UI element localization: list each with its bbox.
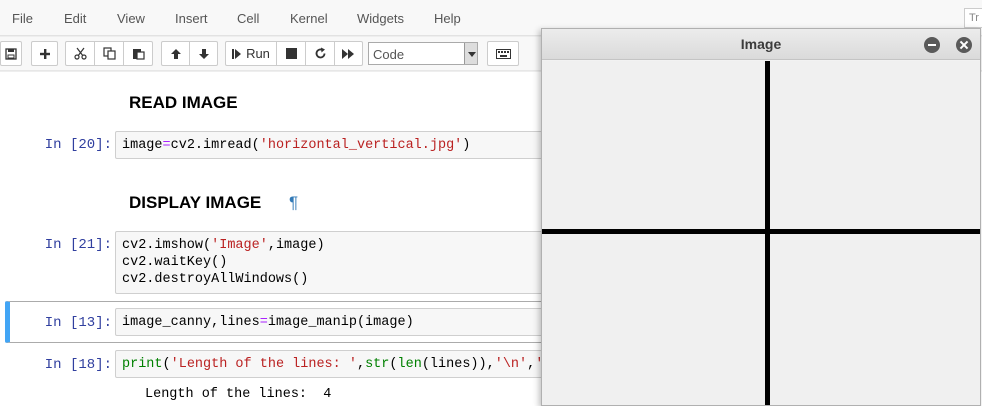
cut-button[interactable] <box>65 41 95 66</box>
copy-icon <box>102 47 116 60</box>
code-text: print('Length of the lines: ',str(len(li… <box>122 357 551 372</box>
command-palette-button[interactable] <box>487 41 519 66</box>
cell-prompt: In [13]: <box>44 315 112 331</box>
cell-prompt: In [18]: <box>44 357 112 373</box>
paste-button[interactable] <box>123 41 153 66</box>
cell-type-select[interactable]: Code <box>368 42 478 65</box>
code-text: image=cv2.imread('horizontal_vertical.jp… <box>122 138 471 153</box>
cell-output-text: Length of the lines: 4 <box>145 387 332 402</box>
trusted-indicator[interactable]: Tr <box>964 8 982 28</box>
window-title: Image <box>740 36 782 52</box>
arrow-up-icon <box>170 48 181 59</box>
chevron-down-icon <box>464 43 477 64</box>
cell-prompt: In [20]: <box>44 137 112 153</box>
copy-button[interactable] <box>94 41 124 66</box>
menu-file[interactable]: File <box>12 11 33 26</box>
cell-prompt: In [21]: <box>44 237 112 253</box>
menu-view[interactable]: View <box>117 11 145 26</box>
image-window[interactable]: Image <box>541 28 981 406</box>
restart-run-all-button[interactable] <box>334 41 363 66</box>
code-cell-input[interactable]: cv2.imshow('Image',image) cv2.waitKey() … <box>115 231 555 294</box>
heading-read-image: READ IMAGE <box>129 93 238 112</box>
insert-cell-button[interactable] <box>31 41 58 66</box>
arrow-down-icon <box>198 48 209 59</box>
run-button[interactable]: Run <box>225 41 277 66</box>
plus-icon <box>39 48 50 59</box>
menu-cell[interactable]: Cell <box>237 11 259 26</box>
code-cell-input[interactable]: image=cv2.imread('horizontal_vertical.jp… <box>115 131 555 159</box>
paste-icon <box>132 49 145 60</box>
menu-edit[interactable]: Edit <box>64 11 86 26</box>
restart-icon <box>315 47 325 59</box>
close-icon[interactable] <box>956 37 972 53</box>
save-button[interactable] <box>0 41 22 66</box>
keyboard-icon <box>495 48 511 59</box>
interrupt-button[interactable] <box>276 41 306 66</box>
code-cell-input[interactable]: print('Length of the lines: ',str(len(li… <box>115 350 555 378</box>
move-down-button[interactable] <box>189 41 218 66</box>
run-label: Run <box>246 46 270 61</box>
fast-forward-icon <box>342 48 354 59</box>
image-display <box>542 61 980 405</box>
heading-display-image: DISPLAY IMAGE <box>129 193 262 212</box>
restart-button[interactable] <box>305 41 335 66</box>
code-text: image_canny,lines=image_manip(image) <box>122 315 414 330</box>
code-cell-input[interactable]: image_canny,lines=image_manip(image) <box>115 308 555 336</box>
window-titlebar[interactable]: Image <box>542 29 980 60</box>
stop-icon <box>285 48 297 59</box>
cell-type-value: Code <box>373 47 405 62</box>
menu-widgets[interactable]: Widgets <box>357 11 404 26</box>
run-step-icon <box>232 48 242 59</box>
scissors-icon <box>73 47 87 60</box>
horizontal-line <box>542 229 980 234</box>
minimize-icon[interactable] <box>924 37 940 53</box>
menu-insert[interactable]: Insert <box>175 11 208 26</box>
menu-kernel[interactable]: Kernel <box>290 11 328 26</box>
anchor-link[interactable]: ¶ <box>289 193 298 213</box>
menu-help[interactable]: Help <box>434 11 461 26</box>
move-up-button[interactable] <box>161 41 190 66</box>
save-icon <box>5 47 17 60</box>
code-text: cv2.imshow('Image',image) cv2.waitKey() … <box>122 238 325 287</box>
